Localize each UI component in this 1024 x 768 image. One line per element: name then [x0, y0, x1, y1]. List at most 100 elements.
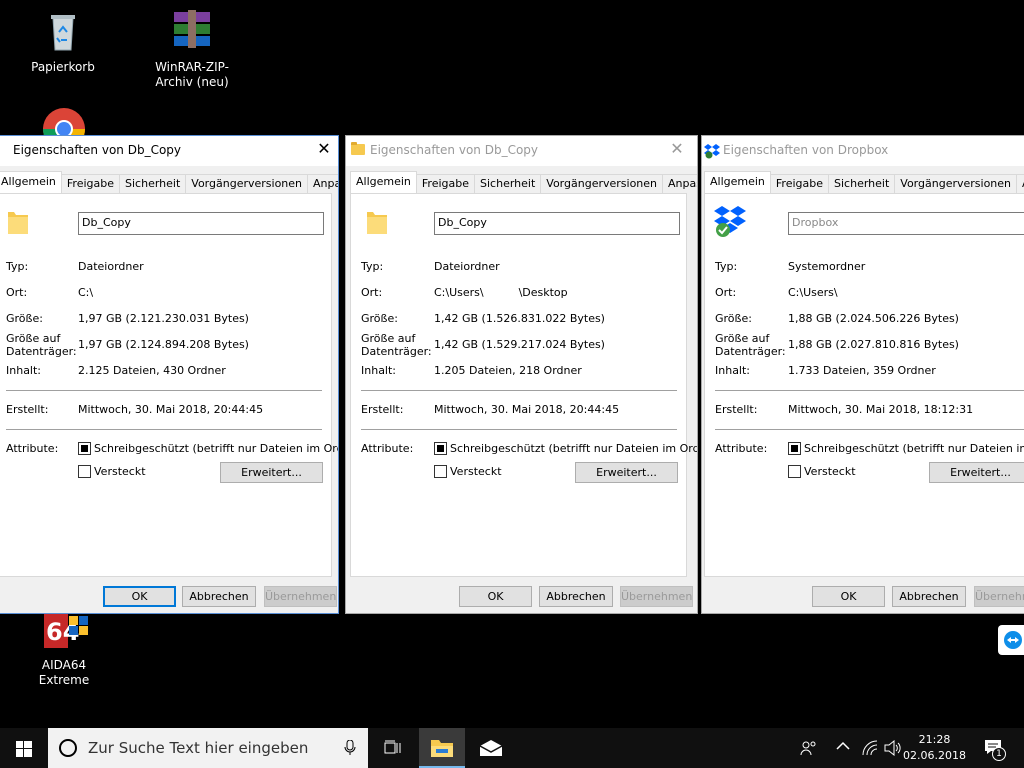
readonly-label: Schreibgeschützt (betrifft nur Dateien i…	[94, 442, 339, 455]
folder-icon	[6, 208, 30, 236]
window-title: Eigenschaften von Db_Copy	[370, 143, 539, 157]
tab-sicherheit[interactable]: Sicherheit	[828, 174, 896, 193]
label-ort: Ort:	[361, 286, 383, 299]
taskbar-explorer-button[interactable]	[419, 728, 465, 768]
readonly-label: Schreibgeschützt (betrifft nur Dateien i…	[450, 442, 698, 455]
value-groesse: 1,88 GB (2.024.506.226 Bytes)	[788, 312, 959, 325]
value-erstellt: Mittwoch, 30. Mai 2018, 20:44:45	[434, 403, 620, 416]
separator	[361, 390, 677, 391]
general-panel: Dropbox Typ: Systemordner Ort: C:\Users\…	[704, 193, 1024, 577]
close-icon[interactable]: ✕	[310, 136, 338, 164]
desktop-icon-label: Papierkorb	[31, 60, 95, 74]
cancel-button[interactable]: Abbrechen	[182, 586, 256, 607]
advanced-button[interactable]: Erweitert...	[929, 462, 1024, 483]
value-erstellt: Mittwoch, 30. Mai 2018, 18:12:31	[788, 403, 974, 416]
cancel-button[interactable]: Abbrechen	[892, 586, 966, 607]
tab-sicherheit[interactable]: Sicherheit	[474, 174, 542, 193]
value-groesse-datentraeger: 1,42 GB (1.529.217.024 Bytes)	[434, 338, 605, 351]
tab-anpassen[interactable]: Anpassen	[307, 174, 338, 193]
tab-allgemein[interactable]: Allgemein	[350, 171, 417, 193]
title-bar[interactable]: Eigenschaften von Db_Copy ✕	[346, 136, 697, 166]
teamviewer-icon	[1003, 630, 1023, 653]
label-attribute: Attribute:	[6, 442, 59, 455]
winrar-archive-icon	[170, 10, 214, 54]
desktop-icon-aida64[interactable]: 64 AIDA64 Extreme	[16, 614, 112, 688]
label-groesse-datentraeger: Größe auf Datenträger:	[6, 332, 77, 358]
clock[interactable]: 21:28 02.06.2018	[903, 732, 966, 764]
cancel-button[interactable]: Abbrechen	[539, 586, 613, 607]
tab-vorgaengerversionen[interactable]: Vorgängerversionen	[540, 174, 664, 193]
microphone-icon[interactable]	[344, 739, 356, 759]
label-typ: Typ:	[715, 260, 738, 273]
hidden-label: Versteckt	[450, 465, 502, 478]
dropbox-icon	[713, 204, 747, 238]
search-placeholder: Zur Suche Text hier eingeben	[88, 739, 309, 757]
chevron-up-icon[interactable]	[836, 741, 850, 754]
action-center-button[interactable]: 1	[980, 728, 1020, 768]
apply-button[interactable]: Übernehmen	[264, 586, 337, 607]
task-view-button[interactable]	[370, 728, 416, 768]
search-box[interactable]: Zur Suche Text hier eingeben	[48, 728, 368, 768]
hidden-checkbox[interactable]	[78, 465, 91, 478]
ok-button[interactable]: OK	[459, 586, 532, 607]
value-groesse: 1,97 GB (2.121.230.031 Bytes)	[78, 312, 249, 325]
tab-freigabe[interactable]: Freigabe	[60, 174, 121, 193]
label-inhalt: Inhalt:	[6, 364, 42, 377]
label-groesse: Größe:	[361, 312, 398, 325]
separator	[361, 429, 677, 430]
desktop-icon-winrar-archive[interactable]: WinRAR-ZIP-Archiv (neu)	[144, 10, 240, 90]
value-ort: C:\	[78, 286, 94, 299]
hidden-label: Versteckt	[804, 465, 856, 478]
advanced-button[interactable]: Erweitert...	[220, 462, 323, 483]
desktop-icon-recycle-bin[interactable]: Papierkorb	[15, 10, 111, 75]
value-groesse-datentraeger: 1,97 GB (2.124.894.208 Bytes)	[78, 338, 249, 351]
clock-date: 02.06.2018	[903, 749, 966, 762]
wifi-icon[interactable]	[862, 740, 878, 759]
tab-allgemein[interactable]: Allgemein	[0, 171, 62, 193]
volume-icon[interactable]	[884, 739, 902, 759]
desktop-icon-label: AIDA64 Extreme	[38, 658, 90, 687]
title-bar[interactable]: Eigenschaften von Dropbox	[702, 136, 1024, 166]
people-icon[interactable]	[800, 740, 818, 759]
ok-button[interactable]: OK	[103, 586, 176, 607]
tab-vorgaengerversionen[interactable]: Vorgängerversionen	[894, 174, 1018, 193]
folder-name-field[interactable]: Db_Copy	[78, 212, 324, 235]
chrome-icon[interactable]	[42, 107, 86, 135]
teamviewer-tab[interactable]	[998, 625, 1024, 655]
readonly-checkbox[interactable]	[78, 442, 91, 455]
ok-button[interactable]: OK	[812, 586, 885, 607]
folder-icon	[365, 208, 389, 236]
folder-name-field[interactable]: Dropbox	[788, 212, 1024, 235]
hidden-checkbox[interactable]	[788, 465, 801, 478]
notification-count-badge: 1	[992, 747, 1006, 761]
value-inhalt: 1.733 Dateien, 359 Ordner	[788, 364, 936, 377]
hidden-checkbox[interactable]	[434, 465, 447, 478]
tab-anpassen[interactable]: Anpassen	[1016, 174, 1024, 193]
value-inhalt: 2.125 Dateien, 430 Ordner	[78, 364, 226, 377]
apply-button[interactable]: Übernehmen	[974, 586, 1024, 607]
taskbar-mail-button[interactable]	[468, 728, 514, 768]
label-inhalt: Inhalt:	[715, 364, 751, 377]
tab-freigabe[interactable]: Freigabe	[769, 174, 830, 193]
tab-freigabe[interactable]: Freigabe	[415, 174, 476, 193]
tab-sicherheit[interactable]: Sicherheit	[119, 174, 187, 193]
tab-anpassen[interactable]: Anpassen	[662, 174, 697, 193]
label-typ: Typ:	[6, 260, 29, 273]
readonly-checkbox[interactable]	[788, 442, 801, 455]
tab-vorgaengerversionen[interactable]: Vorgängerversionen	[185, 174, 309, 193]
folder-name-field[interactable]: Db_Copy	[434, 212, 680, 235]
label-erstellt: Erstellt:	[361, 403, 404, 416]
apply-button[interactable]: Übernehmen	[620, 586, 693, 607]
title-bar[interactable]: Eigenschaften von Db_Copy ✕	[0, 136, 338, 166]
separator	[715, 390, 1024, 391]
advanced-button[interactable]: Erweitert...	[575, 462, 678, 483]
value-groesse-datentraeger: 1,88 GB (2.027.810.816 Bytes)	[788, 338, 959, 351]
label-erstellt: Erstellt:	[715, 403, 758, 416]
start-button[interactable]	[0, 728, 48, 768]
label-ort: Ort:	[715, 286, 737, 299]
tab-allgemein[interactable]: Allgemein	[704, 171, 771, 193]
close-icon[interactable]: ✕	[663, 136, 691, 164]
label-groesse-datentraeger: Größe auf Datenträger:	[361, 332, 432, 358]
general-panel: Db_Copy Typ: Dateiordner Ort: C:\Users\ …	[350, 193, 697, 577]
readonly-checkbox[interactable]	[434, 442, 447, 455]
